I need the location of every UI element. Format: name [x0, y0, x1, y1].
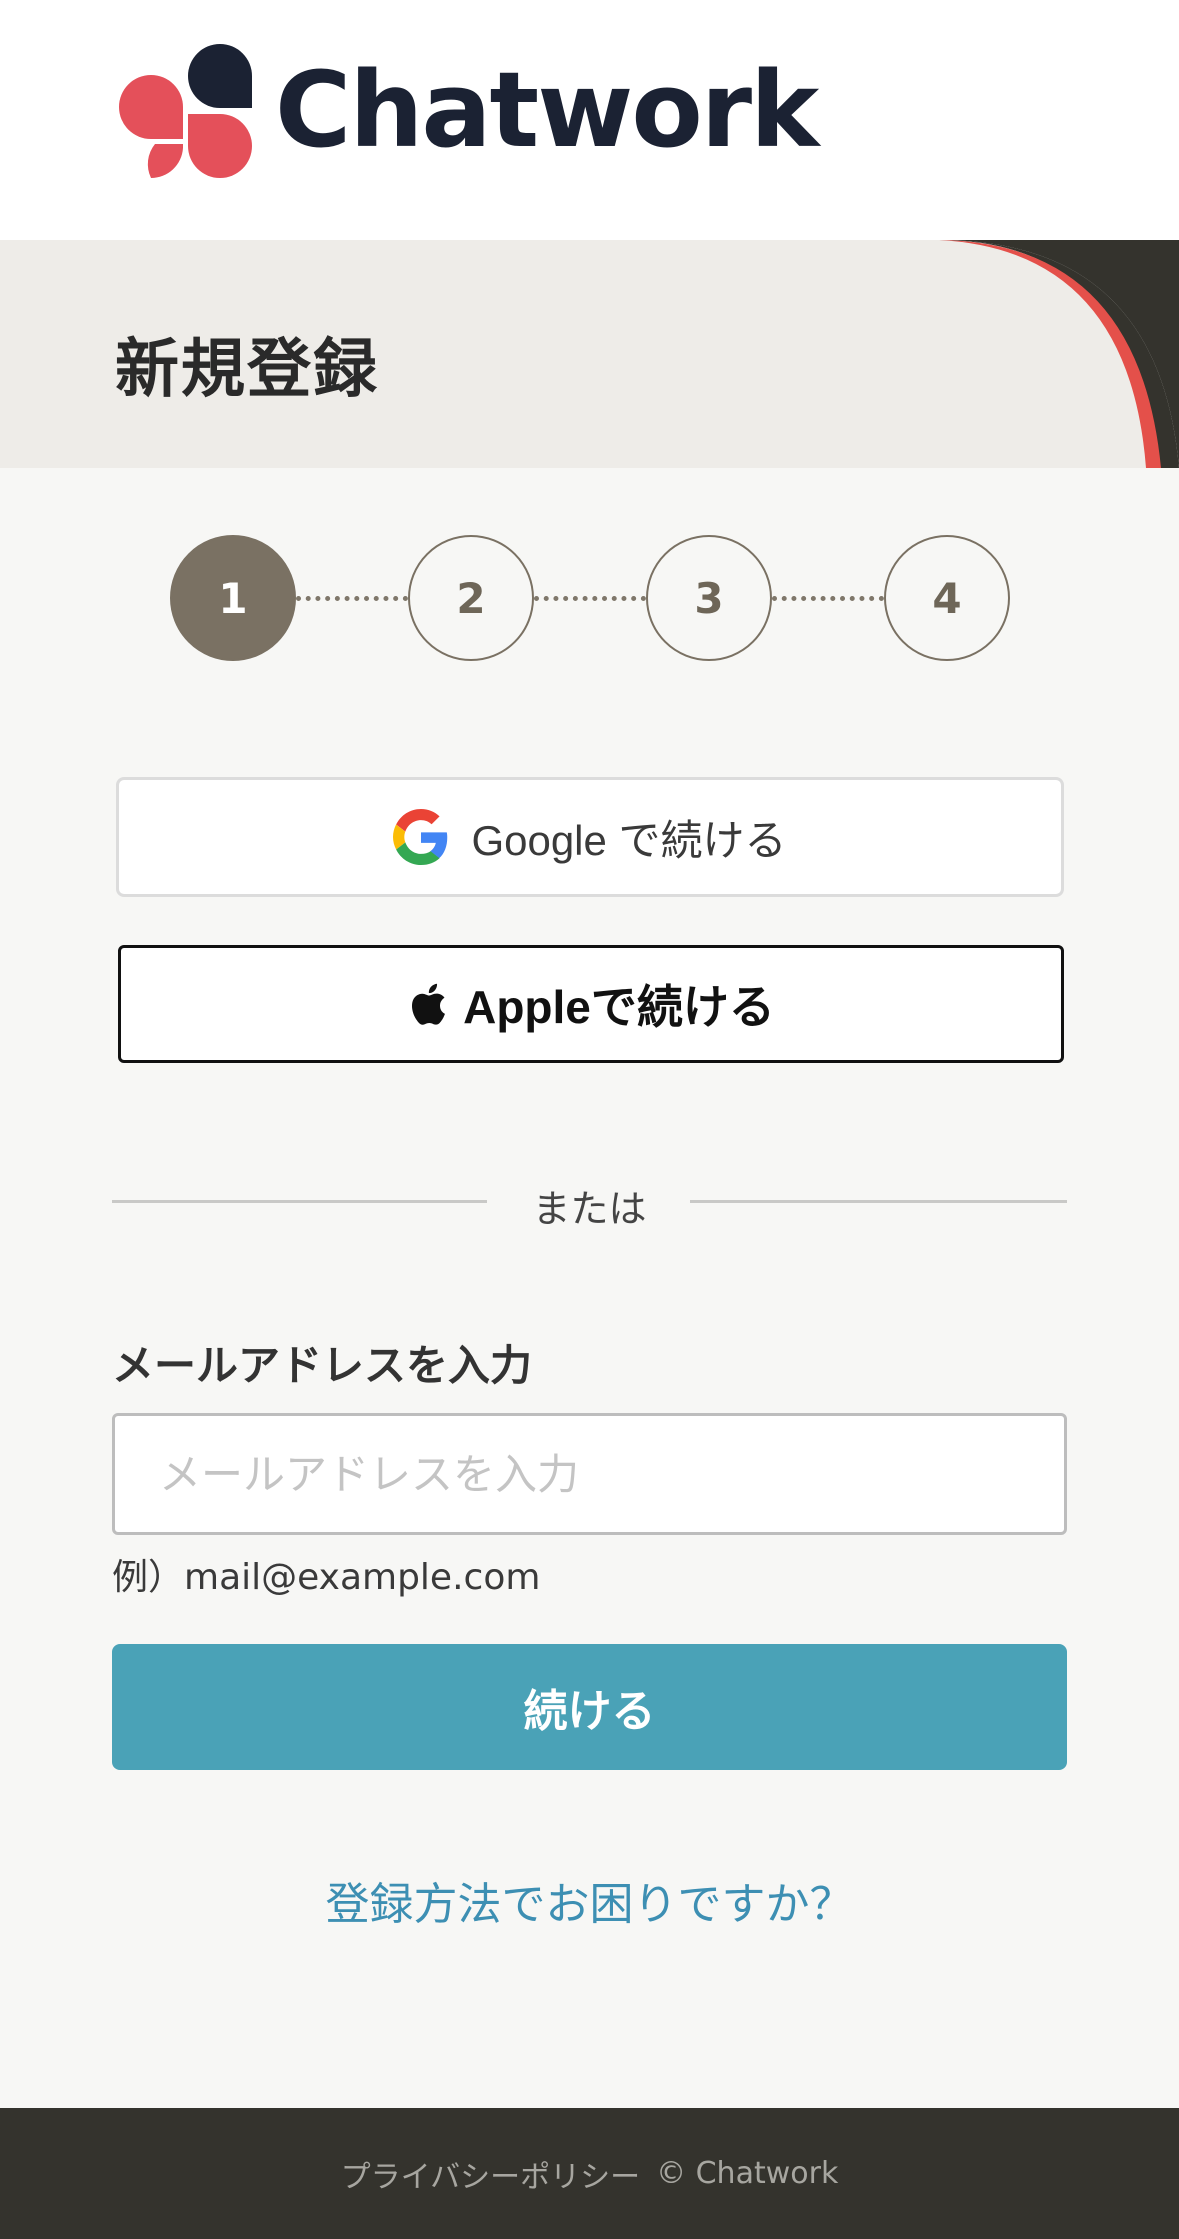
google-icon: [393, 809, 448, 865]
title-band: 新規登録: [0, 240, 1179, 468]
privacy-policy-link[interactable]: プライバシーポリシー: [341, 2152, 640, 2196]
email-label: メールアドレスを入力: [112, 1341, 533, 1390]
divider-text: または: [532, 1187, 647, 1231]
step-3: 3: [646, 535, 772, 661]
google-signin-button[interactable]: Google で続ける: [116, 777, 1064, 897]
chatwork-logo-text: Chatwork: [275, 49, 819, 171]
step-1: 1: [170, 535, 296, 661]
footer: プライバシーポリシー © Chatwork: [0, 2108, 1179, 2239]
step-2: 2: [408, 535, 534, 661]
step-connector: [772, 596, 884, 601]
registration-help-link[interactable]: 登録方法でお困りですか？: [0, 1868, 1179, 1932]
progress-stepper: 1 2 3 4: [170, 535, 1010, 661]
signup-page: Chatwork 新規登録 1 2 3 4 Google で続ける Appleで…: [0, 0, 1179, 2239]
email-input[interactable]: [112, 1413, 1067, 1535]
or-divider: または: [112, 1170, 1067, 1231]
step-connector: [534, 596, 646, 601]
email-example-hint: 例）mail@example.com: [112, 1557, 541, 1598]
continue-button[interactable]: 続ける: [112, 1644, 1067, 1770]
corner-decoration-icon: [939, 240, 1179, 468]
google-signin-label: Google で続ける: [471, 816, 787, 864]
chatwork-logo-icon: [119, 44, 252, 179]
page-title: 新規登録: [115, 333, 379, 407]
chatwork-logo[interactable]: Chatwork: [115, 40, 819, 180]
header: Chatwork: [0, 0, 1179, 240]
apple-signin-button[interactable]: Appleで続ける: [118, 945, 1064, 1063]
copyright-text: © Chatwork: [656, 2156, 839, 2191]
step-connector: [296, 596, 408, 601]
apple-icon: [412, 983, 446, 1025]
step-4: 4: [884, 535, 1010, 661]
apple-signin-label: Appleで続ける: [463, 981, 775, 1033]
